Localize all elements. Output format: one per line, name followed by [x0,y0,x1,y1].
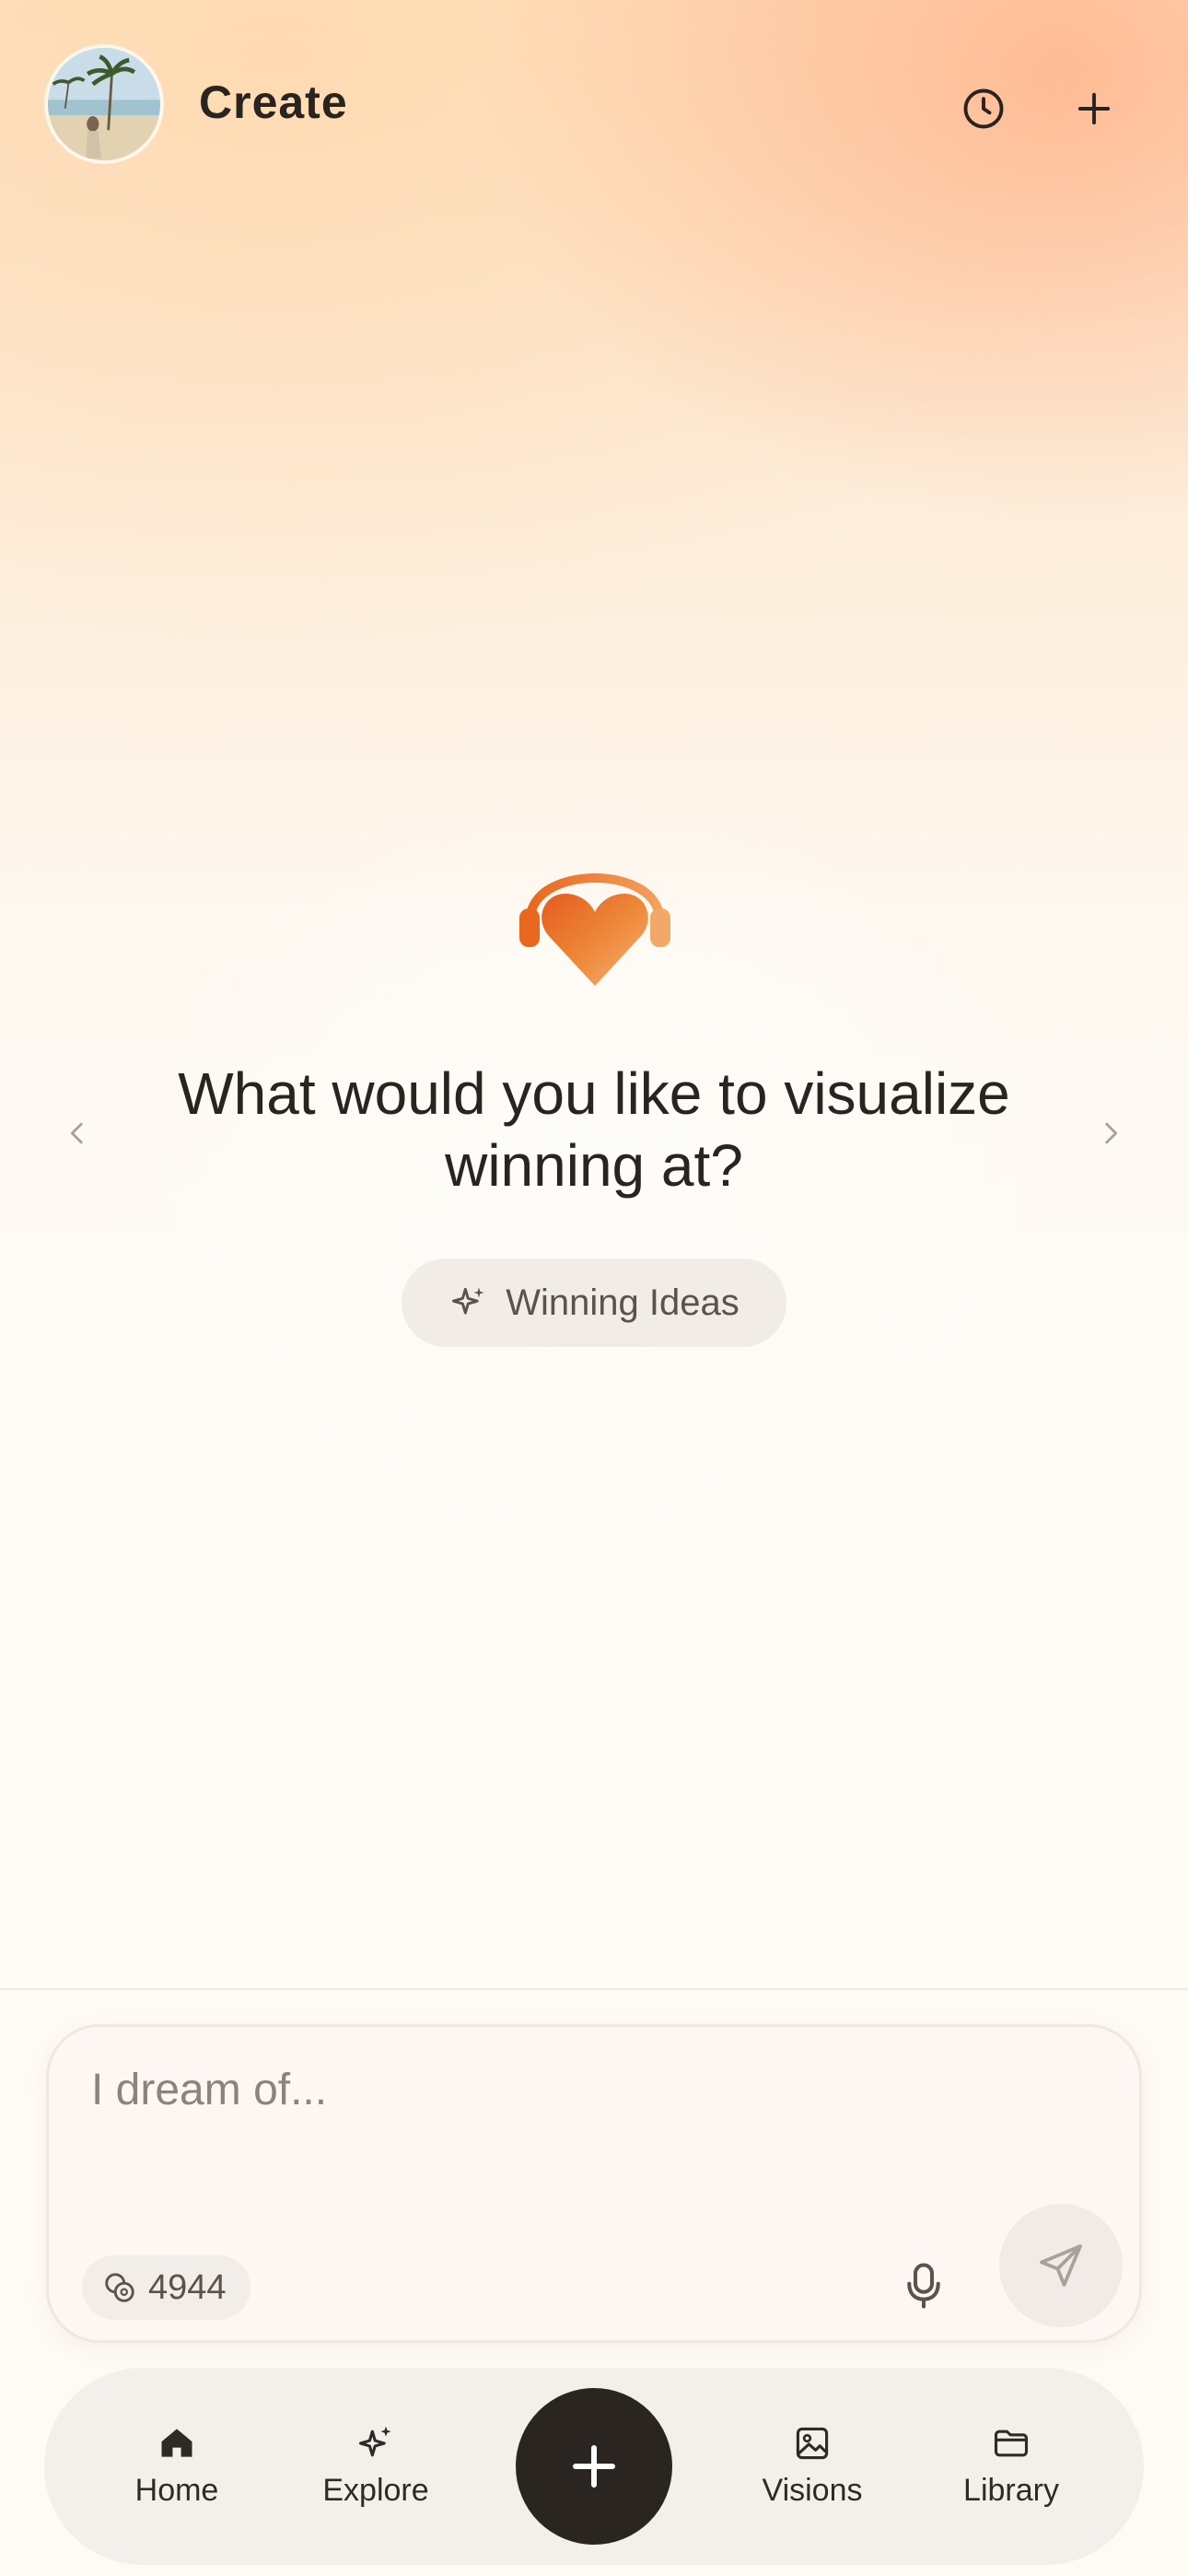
nav-item-visions[interactable]: Visions [729,2423,895,2509]
winning-ideas-button[interactable]: Winning Ideas [402,1259,786,1347]
chevron-left-icon [70,1122,83,1144]
nav-label-visions: Visions [762,2473,863,2508]
microphone-icon [907,2263,940,2309]
image-icon [796,2427,829,2460]
credits-badge[interactable]: 4944 [82,2255,250,2320]
clock-icon [963,88,1004,129]
top-bar: Create [0,0,1188,212]
previous-prompt-button[interactable] [50,1106,105,1161]
prompt-box: 4944 [46,2024,1142,2343]
nav-item-home[interactable]: Home [94,2423,260,2509]
nav-label-home: Home [134,2473,219,2508]
sparkle-icon [358,2426,391,2457]
sparkle-icon [452,1287,484,1315]
coins-icon [105,2273,134,2302]
send-icon [1040,2244,1082,2287]
next-prompt-button[interactable] [1083,1106,1138,1161]
divider [0,1988,1188,1990]
nav-label-library: Library [963,2473,1059,2508]
prompt-question: What would you like to visualize winning… [178,1060,1010,1199]
send-button[interactable] [999,2204,1123,2327]
folder-icon [994,2430,1029,2457]
nav-label-explore: Explore [322,2473,429,2508]
winning-ideas-label: Winning Ideas [506,1282,740,1323]
plus-icon [573,2445,615,2488]
voice-input-button[interactable] [887,2244,961,2327]
page-title: Create [199,76,348,128]
chevron-right-icon [1105,1122,1118,1144]
heart-headphones-icon [519,873,670,986]
home-icon [161,2429,192,2457]
credits-count: 4944 [148,2267,227,2307]
bottom-nav: Home Explore Visions Library [44,2368,1144,2565]
avatar-photo [48,48,160,160]
history-button[interactable] [947,72,1020,146]
avatar[interactable] [44,44,164,164]
nav-item-explore[interactable]: Explore [293,2423,459,2509]
create-fab-button[interactable] [516,2388,672,2545]
nav-item-library[interactable]: Library [928,2423,1094,2509]
new-button[interactable] [1057,72,1131,146]
plus-icon [1077,92,1111,125]
dream-input[interactable] [89,2064,922,2116]
